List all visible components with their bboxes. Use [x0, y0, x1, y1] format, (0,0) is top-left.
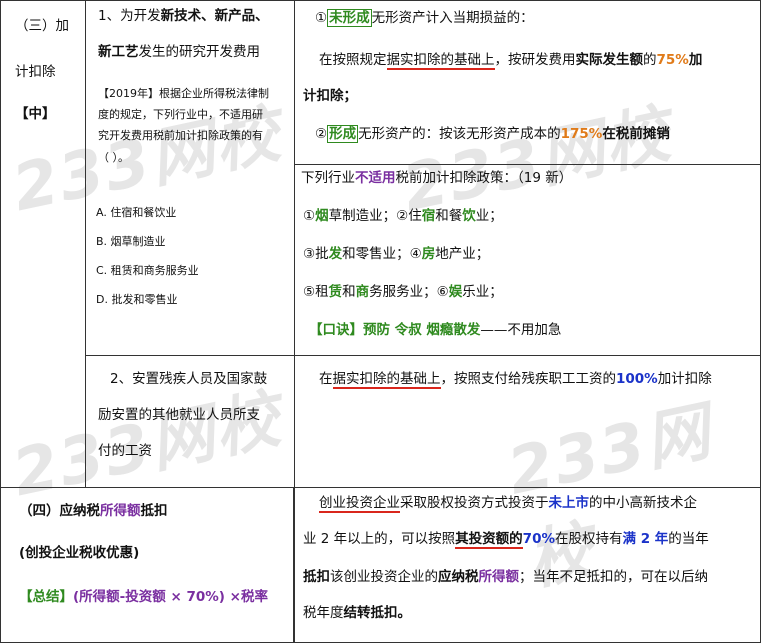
rule-1-detail: 在按照规定据实扣除的基础上，按研发费用实际发生额的75%加: [319, 52, 703, 70]
highlight-char: 饮: [462, 208, 476, 224]
cell-sec4-title: （四）应纳税所得额抵扣 (创投企业税收优惠) 【总结】(所得额-投资额 × 70…: [0, 487, 294, 643]
policy-table: （三）加 计扣除 【中】 （四）应纳税所得额抵扣 (创投企业税收优惠) 【总结】…: [0, 0, 761, 643]
option-d: D. 批发和零售业: [96, 293, 178, 306]
vc-line-2: 业 2 年以上的，可以按照其投资额的70%在股权持有满 2 年的当年: [303, 531, 709, 549]
option-c: C. 租赁和商务服务业: [96, 264, 199, 277]
item1-line1: 1、为开发新技术、新产品、: [98, 8, 269, 24]
industry-text: ⑤租: [303, 284, 329, 300]
vc-line-4: 税年度结转抵扣。: [303, 605, 411, 621]
industry-text: 草制造业；②住: [328, 208, 422, 224]
highlight-char: 宿: [421, 208, 436, 224]
question-line: 度的规定，下列行业中，不适用研: [98, 108, 263, 121]
cell-disabled-wages: 在据实扣除的基础上，按照支付给残疾职工工资的100%加计扣除: [294, 355, 761, 488]
industry-text: ③批: [303, 246, 329, 262]
sec3-level-badge: 【中】: [15, 106, 56, 122]
question-line: （ ）。: [98, 151, 129, 164]
vc-line-3: 抵扣该创业投资企业的应纳税所得额；当年不足抵扣的，可在以后纳: [303, 569, 708, 585]
mnemonic: 【口诀】预防 令叔 烟瘾散发——不用加急: [309, 322, 562, 338]
industry-text: 地产业；: [435, 246, 490, 262]
industry-text: 务服务业；⑥: [369, 284, 449, 300]
cell-vc-deduction: 创业投资企业采取股权投资方式投资于未上市的中小高新技术企 业 2 年以上的，可以…: [294, 487, 761, 643]
cell-item1: 1、为开发新技术、新产品、 新工艺发生的研究开发费用 【2019年】根据企业所得…: [85, 0, 295, 356]
sec4-subtitle: (创投企业税收优惠): [19, 545, 140, 561]
industry-text: 和餐: [435, 208, 463, 224]
vc-line-1: 创业投资企业采取股权投资方式投资于未上市的中小高新技术企: [319, 495, 697, 513]
industry-text: 业；: [475, 208, 503, 224]
item2-line: 励安置的其他就业人员所支: [98, 407, 260, 423]
rule-1-detail-cont: 计扣除；: [303, 88, 357, 104]
item1-line2: 新工艺发生的研究开发费用: [98, 44, 260, 60]
option-b: B. 烟草制造业: [96, 235, 166, 248]
industry-text: ①: [303, 208, 316, 224]
industry-text: 和: [342, 284, 356, 300]
option-a: A. 住宿和餐饮业: [96, 206, 177, 219]
rule-1: ① 未形成 无形资产计入当期损益的：: [315, 9, 534, 27]
cell-rnd-rules: ① 未形成 无形资产计入当期损益的： 在按照规定据实扣除的基础上，按研发费用实际发生…: [294, 0, 761, 165]
sec3-title-line2: 计扣除: [15, 64, 56, 80]
question-line: 【2019年】根据企业所得税法律制: [98, 87, 269, 100]
item2-line: 2、安置残疾人员及国家鼓: [110, 371, 268, 387]
highlight-char: 发: [328, 246, 343, 262]
cell-sec3-title: （三）加 计扣除 【中】: [0, 0, 86, 488]
cell-item2: 2、安置残疾人员及国家鼓 励安置的其他就业人员所支 付的工资: [85, 355, 295, 488]
highlight-char: 房: [421, 246, 436, 262]
industry-line-1: ①烟草制造业；②住宿和餐饮业；: [303, 207, 503, 225]
question-line: 究开发费用税前加计扣除政策的有: [98, 129, 263, 142]
industry-text: 和零售业；④: [342, 246, 422, 262]
industry-line-2: ③批发和零售业；④房地产业；: [303, 245, 489, 263]
sec3-title-line1: （三）加: [15, 18, 69, 34]
sec4-formula: 【总结】(所得额-投资额 × 70%) ×税率: [19, 589, 268, 605]
cell-excluded-industries: 下列行业不适用税前加计扣除政策：（19 新） ①烟草制造业；②住宿和餐饮业； ③…: [294, 164, 761, 356]
excluded-heading: 下列行业不适用税前加计扣除政策：（19 新）: [301, 170, 573, 186]
industry-line-3: ⑤租赁和商务服务业；⑥娱乐业；: [303, 283, 503, 301]
rule-2: ② 形成 无形资产的：按该无形资产成本的175%在税前摊销: [315, 125, 670, 143]
highlight-char: 娱: [448, 284, 463, 300]
highlight-char: 烟: [315, 208, 329, 224]
industry-text: 乐业；: [462, 284, 503, 300]
disabled-wages-rule: 在据实扣除的基础上，按照支付给残疾职工工资的100%加计扣除: [319, 371, 712, 389]
item2-line: 付的工资: [98, 443, 152, 459]
highlight-char: 商: [355, 284, 370, 300]
sec4-title: （四）应纳税所得额抵扣: [19, 503, 168, 519]
highlight-char: 赁: [328, 284, 343, 300]
